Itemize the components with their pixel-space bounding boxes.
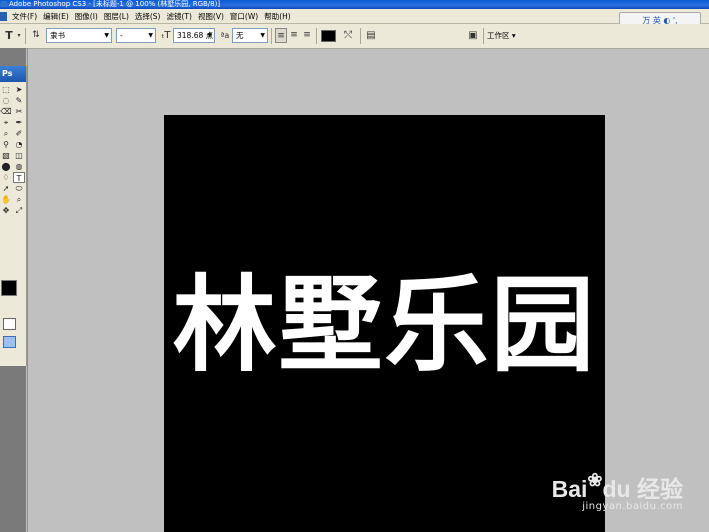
divider (271, 28, 272, 44)
watermark-brand-suffix: du (602, 476, 631, 502)
window-title-bar: Adobe Photoshop CS3 - [未标题-1 @ 100% (林墅乐… (0, 0, 709, 9)
text-color-swatch[interactable] (321, 30, 336, 42)
eraser-tool-icon[interactable]: ⚲ (0, 139, 12, 150)
panel-background (0, 48, 26, 66)
measure-tool-icon[interactable]: ⤢ (13, 205, 25, 216)
divider (316, 28, 317, 44)
gradient-tool-icon[interactable]: ◔ (13, 139, 25, 150)
menu-select[interactable]: 选择(S) (132, 11, 164, 22)
menu-window[interactable]: 窗口(W) (227, 11, 261, 22)
menu-help[interactable]: 帮助(H) (261, 11, 294, 22)
notes-tool-icon[interactable]: ⬭ (13, 183, 25, 194)
align-left-icon[interactable]: ≡ (275, 28, 287, 43)
slice-tool-icon[interactable]: ✂ (13, 106, 25, 117)
menu-image[interactable]: 图像(I) (72, 11, 101, 22)
pen-tool-icon[interactable]: ⬤ (0, 161, 12, 172)
healing-brush-tool-icon[interactable]: ⌖ (0, 117, 12, 128)
workspace-button[interactable]: 工作区 ▾ (487, 28, 523, 43)
foreground-color-swatch[interactable] (1, 280, 17, 296)
watermark-logo: Bai❀du 经验 (552, 470, 683, 504)
character-palette-icon[interactable]: ▤ (364, 28, 378, 43)
direct-selection-tool-icon[interactable]: ➚ (0, 183, 12, 194)
font-style-value: - (120, 31, 123, 40)
screen-mode-icon[interactable] (3, 336, 16, 348)
move-tool-icon[interactable]: ➤ (13, 84, 25, 95)
standard-mode-icon[interactable] (3, 318, 16, 330)
watermark-brand: Bai (551, 476, 588, 502)
magic-wand-tool-icon[interactable]: ✎ (13, 95, 25, 106)
toolbox-panel: Ps ⬚ ➤ ◌ ✎ ⌫ ✂ ⌖ ✒ ⌕ ✐ ⚲ ◔ ▧ ◫ ⬤ ◍ ♢ T ➚… (0, 66, 27, 366)
document-icon[interactable] (0, 11, 7, 21)
menu-layer[interactable]: 图层(L) (101, 11, 132, 22)
menu-bar: 文件(F) 编辑(E) 图像(I) 图层(L) 选择(S) 滤镜(T) 视图(V… (0, 9, 709, 24)
chevron-down-icon: ▼ (207, 32, 212, 39)
warp-text-icon[interactable]: ⤲ (342, 28, 354, 43)
marquee-tool-icon[interactable]: ⬚ (0, 84, 12, 95)
photoshop-app-icon (1, 1, 7, 7)
font-size-icon: ₜT (161, 30, 171, 41)
shape-tool-icon[interactable]: ♢ (0, 172, 12, 183)
clone-stamp-tool-icon[interactable]: ⌕ (0, 128, 12, 139)
menu-edit[interactable]: 编辑(E) (40, 11, 72, 22)
lasso-tool-icon[interactable]: ◌ (0, 95, 12, 106)
font-family-select[interactable]: 隶书 ▼ (46, 28, 112, 43)
divider (360, 28, 361, 44)
antialias-icon: ªa (220, 31, 230, 40)
antialias-select[interactable]: 无 ▼ (232, 28, 268, 43)
paw-icon: ❀ (587, 470, 603, 490)
text-orientation-icon[interactable]: ⇅ (29, 28, 43, 43)
chevron-down-icon: ▼ (260, 32, 265, 39)
panel-background (0, 366, 26, 532)
brush-tool-icon[interactable]: ✒ (13, 117, 25, 128)
hand-tool-icon[interactable]: ✋ (0, 194, 12, 205)
watermark-jingyan: 经验 (637, 476, 683, 502)
blur-tool-icon[interactable]: ▧ (0, 150, 12, 161)
chevron-down-icon: ▼ (148, 32, 153, 39)
path-selection-tool-icon[interactable]: ◍ (13, 161, 25, 172)
font-size-select[interactable]: 318.68 点 ▼ (173, 28, 215, 43)
preset-dropdown-arrow-icon[interactable]: ▾ (15, 28, 23, 43)
document-canvas[interactable]: 林墅乐园 (164, 115, 605, 532)
chevron-down-icon: ▼ (104, 32, 109, 39)
file-browser-icon[interactable]: ▣ (466, 28, 480, 43)
type-tool-preset-icon[interactable]: T (2, 28, 16, 43)
options-bar: T ▾ ⇅ 隶书 ▼ - ▼ ₜT 318.68 点 ▼ ªa 无 ▼ ≡ ≡ ≡ ⤲ … (0, 24, 709, 49)
font-family-value: 隶书 (50, 31, 65, 40)
panel-divider (27, 48, 28, 532)
eyedropper-tool-icon[interactable]: ✥ (0, 205, 12, 216)
menu-file[interactable]: 文件(F) (9, 11, 40, 22)
ps-logo[interactable]: Ps (0, 66, 26, 82)
menu-filter[interactable]: 滤镜(T) (164, 11, 195, 22)
baidu-jingyan-watermark: Bai❀du 经验 jingyan.baidu.com (552, 470, 683, 512)
menu-view[interactable]: 视图(V) (195, 11, 227, 22)
align-right-icon[interactable]: ≡ (301, 28, 313, 43)
dodge-tool-icon[interactable]: ◫ (13, 150, 25, 161)
divider (483, 28, 484, 44)
antialias-value: 无 (236, 31, 244, 40)
align-center-icon[interactable]: ≡ (288, 28, 300, 43)
type-tool-icon[interactable]: T (13, 172, 25, 183)
font-style-select[interactable]: - ▼ (116, 28, 156, 43)
tool-grid: ⬚ ➤ ◌ ✎ ⌫ ✂ ⌖ ✒ ⌕ ✐ ⚲ ◔ ▧ ◫ ⬤ ◍ ♢ T ➚ ⬭ … (0, 82, 26, 216)
history-brush-tool-icon[interactable]: ✐ (13, 128, 25, 139)
divider (25, 28, 26, 44)
window-title: Adobe Photoshop CS3 - [未标题-1 @ 100% (林墅乐… (9, 0, 221, 8)
canvas-text-layer[interactable]: 林墅乐园 (164, 255, 605, 395)
zoom-tool-icon[interactable]: ⌕ (13, 194, 25, 205)
crop-tool-icon[interactable]: ⌫ (0, 106, 12, 117)
